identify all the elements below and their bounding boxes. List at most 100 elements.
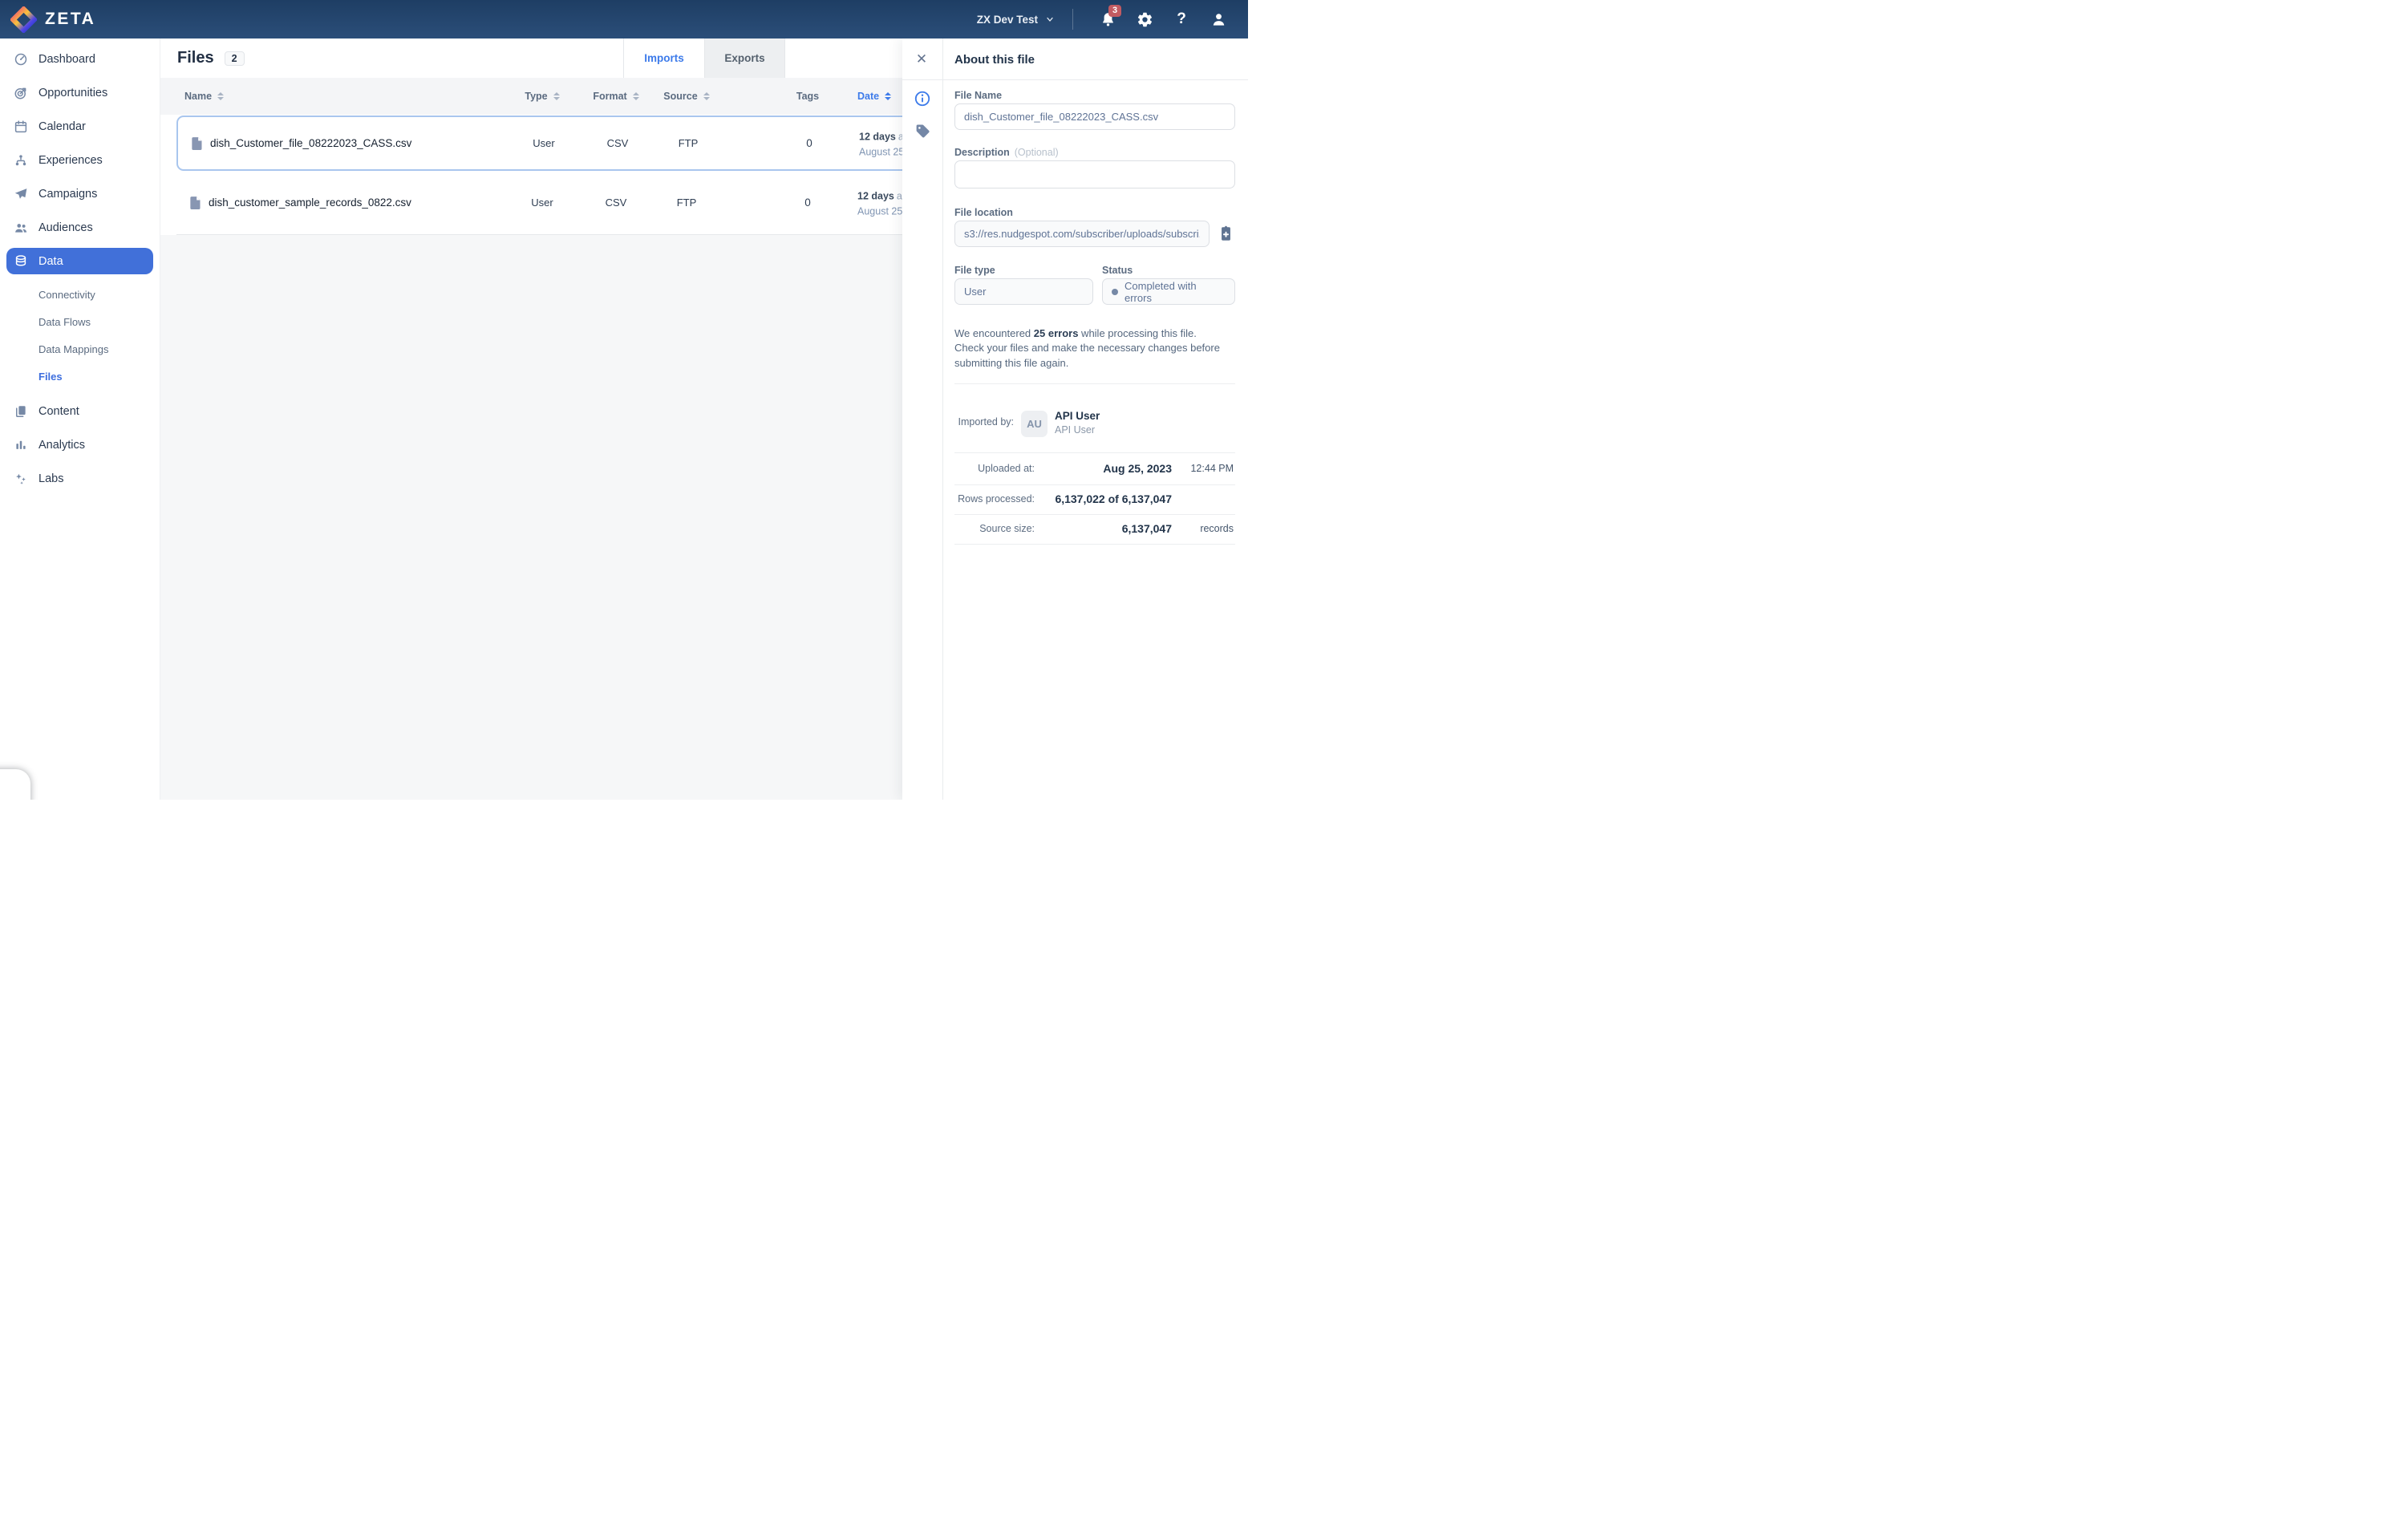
sidebar-item-analytics[interactable]: Analytics xyxy=(0,428,160,462)
detail-label: Uploaded at: xyxy=(954,463,1035,474)
column-header-date[interactable]: Date xyxy=(857,78,891,115)
page-title-group: Files 2 xyxy=(177,38,245,78)
column-header-source[interactable]: Source xyxy=(654,78,719,115)
sidebar-item-content[interactable]: Content xyxy=(0,395,160,428)
copy-file-location-button[interactable] xyxy=(1218,225,1234,242)
sidebar-subitem-label: Data Flows xyxy=(38,316,91,328)
sidebar-item-data[interactable]: Data xyxy=(6,248,153,274)
sidebar-item-campaigns[interactable]: Campaigns xyxy=(0,177,160,211)
column-header-name[interactable]: Name xyxy=(184,78,224,115)
file-icon xyxy=(189,196,201,214)
error-line2: Check your files and make the necessary … xyxy=(954,341,1231,371)
detail-value: 6,137,047 xyxy=(1035,522,1172,535)
sparkles-icon xyxy=(14,472,28,486)
status-value: Completed with errors xyxy=(1125,280,1226,304)
cell-format: CSV xyxy=(584,171,648,234)
date-relative: 12 days xyxy=(859,131,896,142)
panel-body: File Name Description(Optional) File loc… xyxy=(954,80,1235,800)
file-name-input[interactable] xyxy=(954,103,1235,130)
sidebar-item-label: Analytics xyxy=(38,439,85,452)
chevron-down-icon xyxy=(1045,14,1055,24)
file-type-input[interactable] xyxy=(954,278,1093,305)
description-optional-text: (Optional) xyxy=(1015,147,1059,158)
column-header-tags[interactable]: Tags xyxy=(776,78,840,115)
detail-row-rows-processed: Rows processed: 6,137,022 of 6,137,047 xyxy=(954,484,1235,514)
panel-tab-info[interactable] xyxy=(913,89,932,108)
detail-extra: 12:44 PM xyxy=(1172,463,1235,474)
people-icon xyxy=(14,221,28,235)
sidebar-item-label: Experiences xyxy=(38,154,103,167)
detail-value: Aug 25, 2023 xyxy=(1035,462,1172,475)
sidebar-item-label: Labs xyxy=(38,472,63,485)
notifications-button[interactable]: 3 xyxy=(1089,0,1126,38)
file-type-label: File type xyxy=(954,265,995,276)
table-row[interactable]: dish_Customer_file_08222023_CASS.csv Use… xyxy=(176,116,918,171)
zeta-logo[interactable]: ZETA xyxy=(0,6,95,33)
sidebar-item-label: Campaigns xyxy=(38,188,97,201)
settings-button[interactable] xyxy=(1126,0,1163,38)
sidebar-item-audiences[interactable]: Audiences xyxy=(0,211,160,245)
close-icon: ✕ xyxy=(916,51,927,67)
column-label: Format xyxy=(593,91,626,102)
sidebar-item-data-mappings[interactable]: Data Mappings xyxy=(0,335,160,363)
sidebar-item-opportunities[interactable]: Opportunities xyxy=(0,76,160,110)
sidebar-item-connectivity[interactable]: Connectivity xyxy=(0,281,160,308)
column-header-format[interactable]: Format xyxy=(584,78,648,115)
flow-icon xyxy=(14,153,28,168)
close-panel-button[interactable]: ✕ xyxy=(912,50,931,69)
sidebar-subitem-label: Files xyxy=(38,371,63,383)
topbar-actions: ZX Dev Test 3 xyxy=(977,0,1248,38)
gear-icon xyxy=(1137,11,1153,28)
pages-icon xyxy=(14,404,28,419)
cell-type: User xyxy=(512,117,576,169)
sort-icon xyxy=(217,92,224,101)
sidebar-item-label: Content xyxy=(38,405,79,418)
sidebar-item-dashboard[interactable]: Dashboard xyxy=(0,43,160,76)
imported-by-row: Imported by: AU API User API User xyxy=(954,404,1235,443)
info-icon xyxy=(914,90,931,107)
file-location-input[interactable] xyxy=(954,221,1210,247)
cell-format: CSV xyxy=(586,117,650,169)
target-icon xyxy=(14,86,28,100)
sort-icon xyxy=(553,92,560,101)
tab-imports[interactable]: Imports xyxy=(623,38,704,78)
sidebar-item-calendar[interactable]: Calendar xyxy=(0,110,160,144)
column-label: Tags xyxy=(796,91,819,102)
sort-icon xyxy=(885,92,891,101)
status-label: Status xyxy=(1102,265,1133,276)
sidebar-item-data-flows[interactable]: Data Flows xyxy=(0,308,160,335)
sort-icon xyxy=(703,92,710,101)
sidebar-item-files[interactable]: Files xyxy=(0,363,160,390)
cell-source: FTP xyxy=(654,171,719,234)
description-label-text: Description xyxy=(954,147,1010,158)
panel-divider xyxy=(954,383,1235,384)
column-header-type[interactable]: Type xyxy=(510,78,574,115)
tab-label: Imports xyxy=(644,52,684,64)
user-menu-button[interactable] xyxy=(1200,0,1237,38)
sidebar-item-experiences[interactable]: Experiences xyxy=(0,144,160,177)
database-icon xyxy=(14,254,28,269)
panel-divider xyxy=(954,544,1235,545)
panel-tab-tags[interactable] xyxy=(913,121,932,140)
clipboard-plus-icon xyxy=(1218,225,1234,242)
table-row[interactable]: dish_customer_sample_records_0822.csv Us… xyxy=(176,171,918,235)
bar-chart-icon xyxy=(14,438,28,452)
sidebar: Dashboard Opportunities Calendar xyxy=(0,38,160,800)
account-switcher[interactable]: ZX Dev Test xyxy=(977,14,1055,26)
detail-label: Source size: xyxy=(954,523,1035,534)
file-name: dish_customer_sample_records_0822.csv xyxy=(209,171,411,234)
detail-row-uploaded-at: Uploaded at: Aug 25, 2023 12:44 PM xyxy=(954,453,1235,484)
tab-exports[interactable]: Exports xyxy=(704,38,785,78)
notification-count-badge: 3 xyxy=(1108,5,1121,17)
sidebar-item-labs[interactable]: Labs xyxy=(0,462,160,496)
cell-tags: 0 xyxy=(777,117,841,169)
topbar-divider xyxy=(1072,9,1073,30)
description-input[interactable] xyxy=(954,160,1235,188)
column-label: Source xyxy=(663,91,697,102)
description-label: Description (Optional) xyxy=(954,147,1059,158)
help-button[interactable]: ? xyxy=(1163,0,1200,38)
zeta-diamond-icon xyxy=(10,6,37,33)
error-prefix: We encountered xyxy=(954,327,1034,339)
file-icon xyxy=(191,136,203,155)
files-count-badge: 2 xyxy=(225,51,245,66)
